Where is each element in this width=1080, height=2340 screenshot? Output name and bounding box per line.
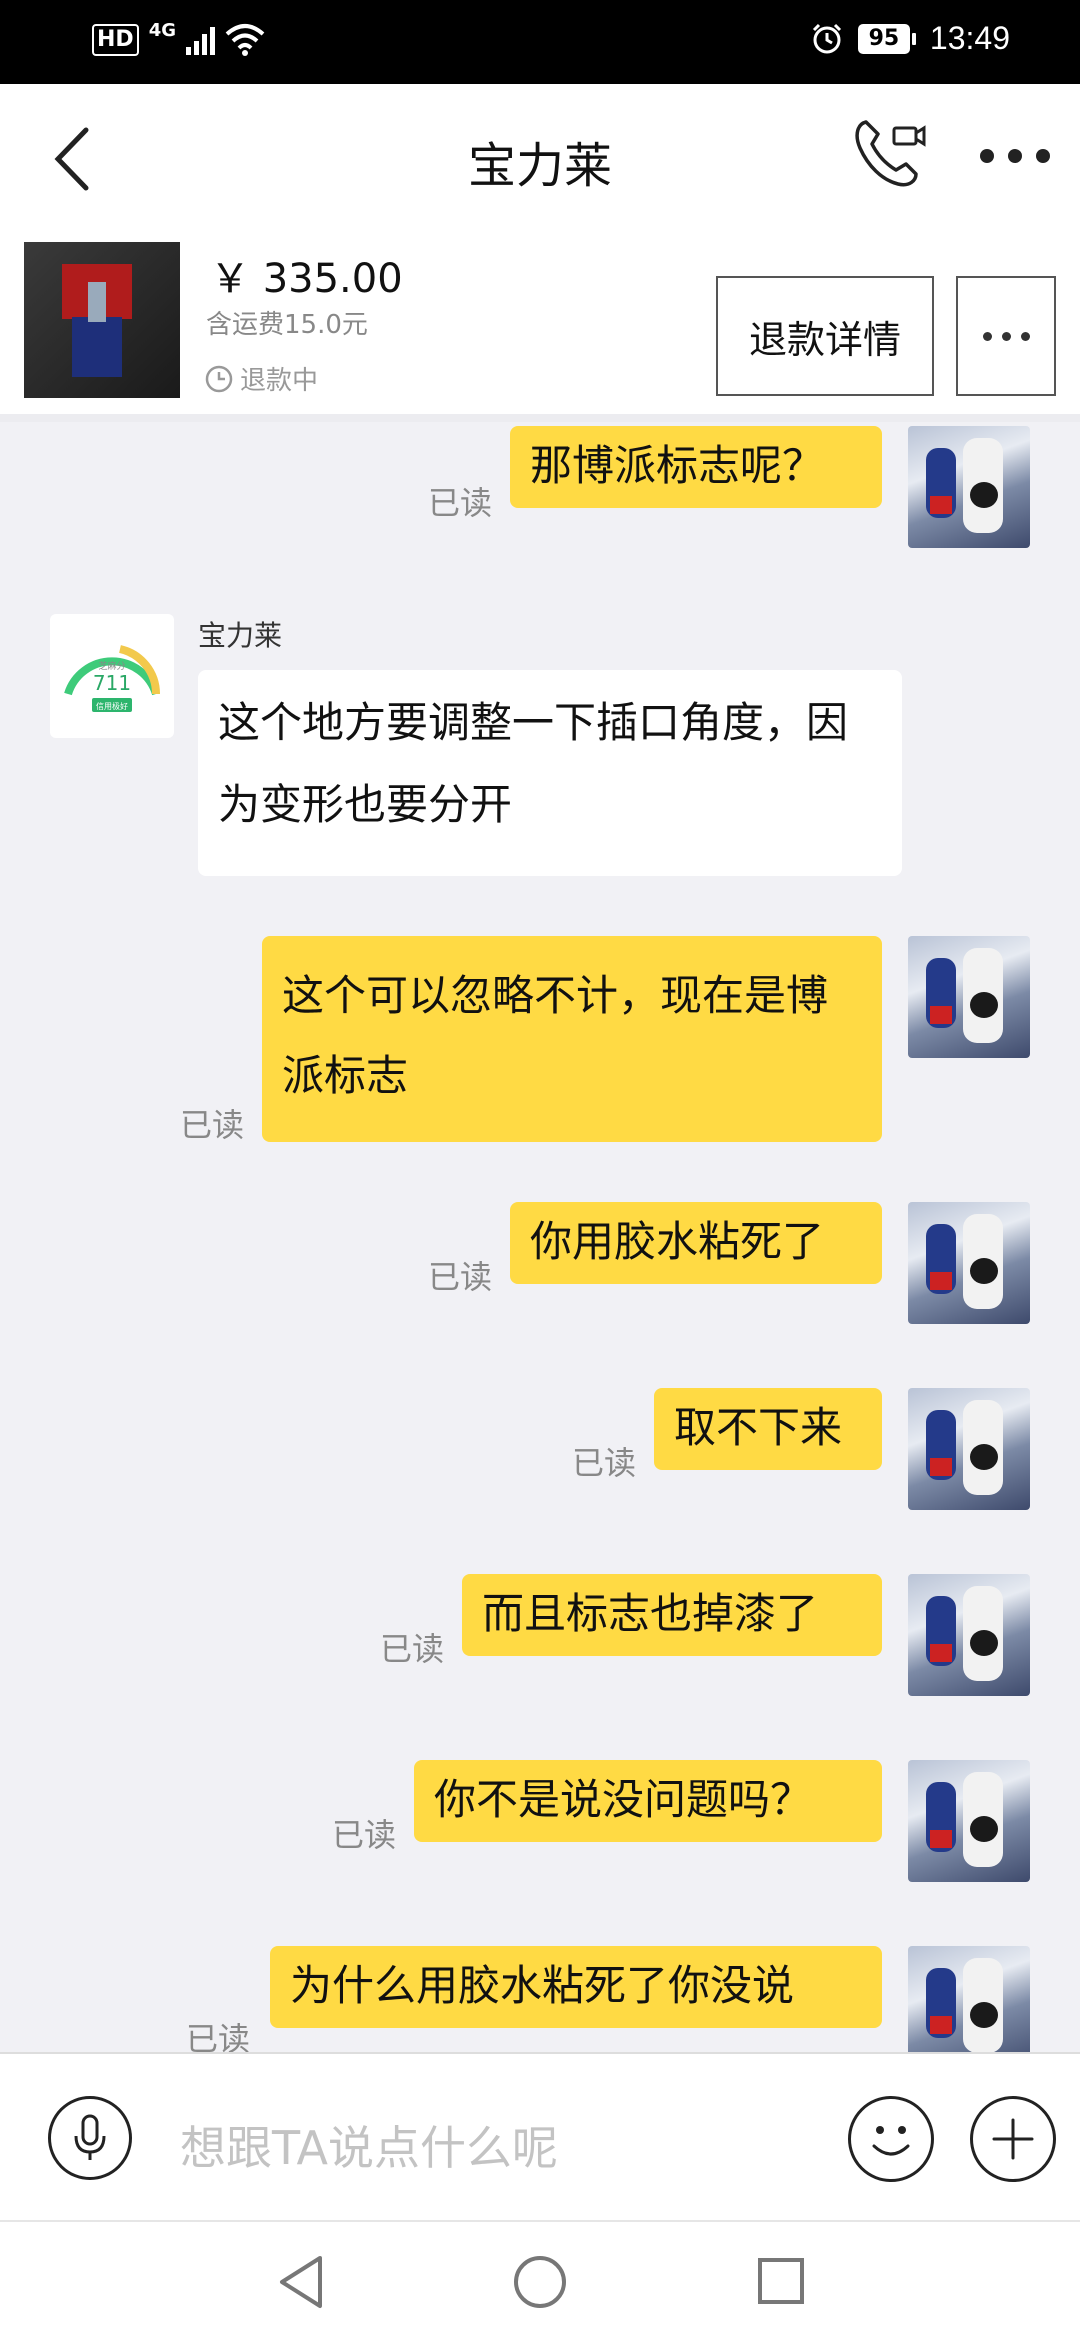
message-bubble[interactable]: 这个可以忽略不计，现在是博派标志	[262, 936, 882, 1142]
read-receipt: 已读	[428, 1258, 493, 1296]
message-input[interactable]: 想跟TA说点什么呢	[180, 2112, 558, 2178]
network-type: 4G	[148, 19, 176, 41]
my-avatar[interactable]	[908, 426, 1030, 548]
credit-score-gauge-icon: 芝麻分 711 信用极好	[64, 645, 161, 712]
my-avatar[interactable]	[908, 1574, 1030, 1696]
order-status-label: 退款中	[240, 366, 319, 396]
microphone-icon	[74, 2114, 106, 2160]
system-nav-bar	[0, 2220, 1080, 2340]
signal-icon	[186, 25, 215, 55]
emoji-button[interactable]	[848, 2096, 934, 2182]
my-avatar[interactable]	[908, 936, 1030, 1058]
smiley-icon	[872, 2126, 910, 2156]
order-price: ￥ 335.00	[210, 256, 403, 302]
credit-badge: 信用极好	[96, 701, 128, 711]
plus-icon	[992, 2118, 1034, 2160]
my-avatar[interactable]	[908, 1202, 1030, 1324]
message-bubble[interactable]: 那博派标志呢？	[510, 426, 882, 508]
message-bubble[interactable]: 你用胶水粘死了	[510, 1202, 882, 1284]
read-receipt: 已读	[186, 2020, 251, 2052]
read-receipt: 已读	[332, 1816, 397, 1854]
clock-icon	[205, 365, 233, 392]
refund-details-button[interactable]: 退款详情	[716, 276, 934, 396]
status-bar: HD 4G 95 13:49	[0, 0, 1080, 84]
seller-avatar[interactable]: 芝麻分 711 信用极好	[50, 614, 174, 738]
more-options-icon[interactable]	[980, 144, 1050, 168]
battery-icon: 95	[857, 23, 916, 54]
my-avatar[interactable]	[908, 1760, 1030, 1882]
message-bubble[interactable]: 你不是说没问题吗？	[414, 1760, 882, 1842]
phone-video-call-icon[interactable]	[852, 114, 928, 190]
sender-name: 宝力莱	[198, 619, 283, 652]
message-input-bar: 想跟TA说点什么呢	[0, 2052, 1080, 2220]
read-receipt: 已读	[380, 1630, 445, 1668]
message-bubble[interactable]: 为什么用胶水粘死了你没说	[270, 1946, 882, 2028]
shipping-fee: 含运费15.0元	[206, 310, 368, 340]
read-receipt: 已读	[572, 1444, 637, 1482]
order-summary: ￥ 335.00 含运费15.0元 退款中 退款详情	[0, 234, 1080, 422]
order-more-button[interactable]	[956, 276, 1056, 396]
read-receipt: 已读	[180, 1106, 245, 1144]
battery-level: 95	[857, 23, 910, 54]
nav-recent-apps-icon[interactable]	[758, 2258, 804, 2304]
nav-back-icon[interactable]	[276, 2254, 326, 2310]
my-avatar[interactable]	[908, 1388, 1030, 1510]
nav-home-icon[interactable]	[514, 2256, 566, 2308]
read-receipt: 已读	[428, 484, 493, 522]
product-thumbnail[interactable]	[24, 242, 180, 398]
my-avatar[interactable]	[908, 1946, 1030, 2052]
alarm-icon	[812, 23, 841, 53]
credit-score: 711	[93, 671, 131, 695]
hd-indicator: HD	[92, 24, 139, 56]
wifi-icon	[225, 24, 265, 56]
voice-input-button[interactable]	[48, 2096, 132, 2180]
add-attachment-button[interactable]	[970, 2096, 1056, 2182]
order-status: 退款中	[204, 360, 318, 397]
clock-time: 13:49	[929, 20, 1010, 56]
chat-messages[interactable]: 那博派标志呢？ 已读 芝麻分 711 信用极好 宝力莱 这个地方要调整一下插口角…	[0, 422, 1080, 2052]
message-bubble[interactable]: 取不下来	[654, 1388, 882, 1470]
message-bubble[interactable]: 而且标志也掉漆了	[462, 1574, 882, 1656]
title-bar: 宝力莱	[0, 84, 1080, 234]
message-bubble[interactable]: 这个地方要调整一下插口角度，因为变形也要分开	[198, 670, 902, 876]
